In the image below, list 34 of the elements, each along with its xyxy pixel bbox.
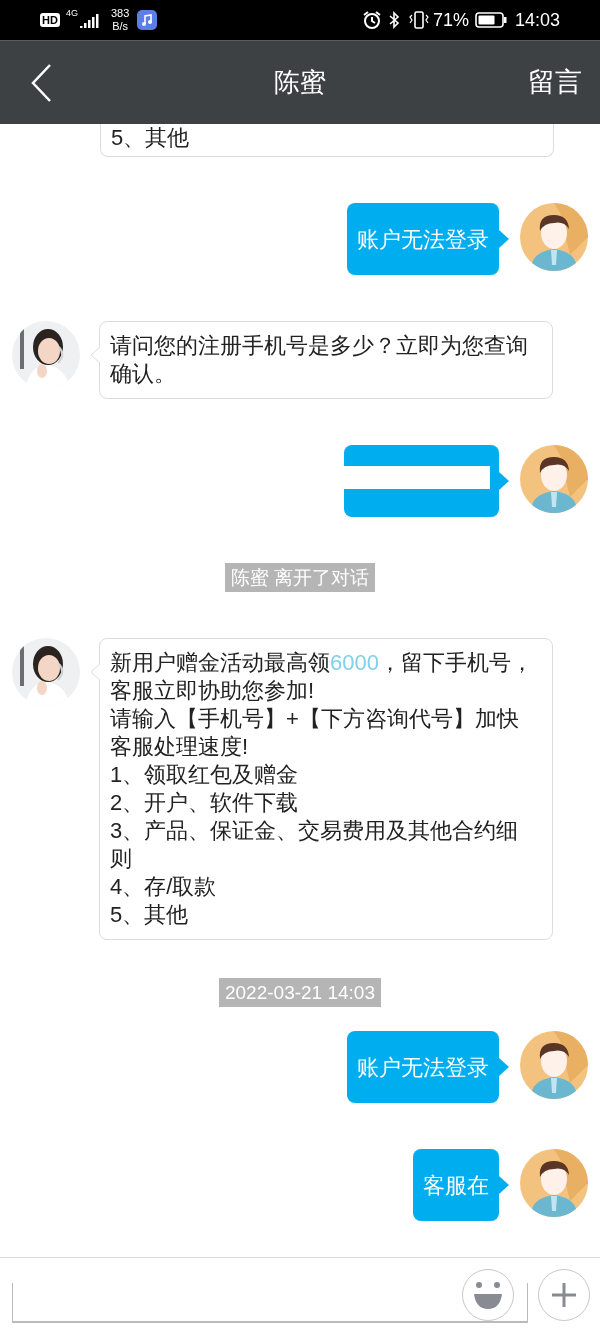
user-avatar-icon — [520, 1031, 588, 1099]
user-avatar-icon — [520, 1149, 588, 1217]
chat-title: 陈蜜 — [274, 66, 326, 99]
battery-icon — [474, 12, 507, 28]
alarm-icon — [361, 10, 382, 30]
battery-percent: 71% — [432, 8, 469, 32]
bubble-tail — [499, 230, 509, 248]
leave-message-button[interactable]: 留言 — [528, 62, 582, 103]
bubble-tail — [499, 1176, 509, 1194]
bluetooth-icon — [387, 11, 400, 29]
plus-icon — [550, 1281, 578, 1309]
message-bubble: 客服在 — [413, 1149, 499, 1221]
speed-value: 383 — [110, 7, 130, 20]
signal-icon — [78, 12, 101, 28]
speed-unit: B/s — [112, 20, 129, 33]
message-bubble: 账户无法登录 — [347, 1031, 499, 1103]
back-icon — [30, 62, 52, 103]
emoji-button[interactable] — [462, 1269, 514, 1321]
music-app-icon — [137, 10, 158, 30]
network-label: 4G — [65, 9, 78, 18]
message-text: 请问您的注册手机号是多少？立即为您查询 确认。 — [110, 332, 529, 388]
message-text: 5、其他 — [111, 124, 191, 152]
hd-label: HD — [40, 13, 60, 27]
user-avatar-icon — [520, 203, 588, 271]
message-bubble: 账户无法登录 — [347, 203, 499, 275]
message-text: 新用户赠金活动最高领6000，留下手机号， 客服立即协助您参加! 请输入【手机号】+【下方咨询代号】加快 客服处理速度! 1、领取红包及赠金 2、开户、软件下载 3、产品、保证金、交易费用及其他合约细 则 4、存/取款 5、其他 — [110, 649, 534, 929]
back-button[interactable] — [30, 62, 54, 103]
user-avatar-icon — [520, 445, 588, 513]
add-button[interactable] — [538, 1269, 590, 1321]
system-notice: 陈蜜 离开了对话 — [224, 563, 376, 592]
bubble-tail — [499, 1058, 509, 1076]
vibrate-icon — [407, 11, 430, 29]
clock: 14:03 — [514, 8, 560, 32]
timestamp: 2022-03-21 14:03 — [219, 978, 381, 1007]
